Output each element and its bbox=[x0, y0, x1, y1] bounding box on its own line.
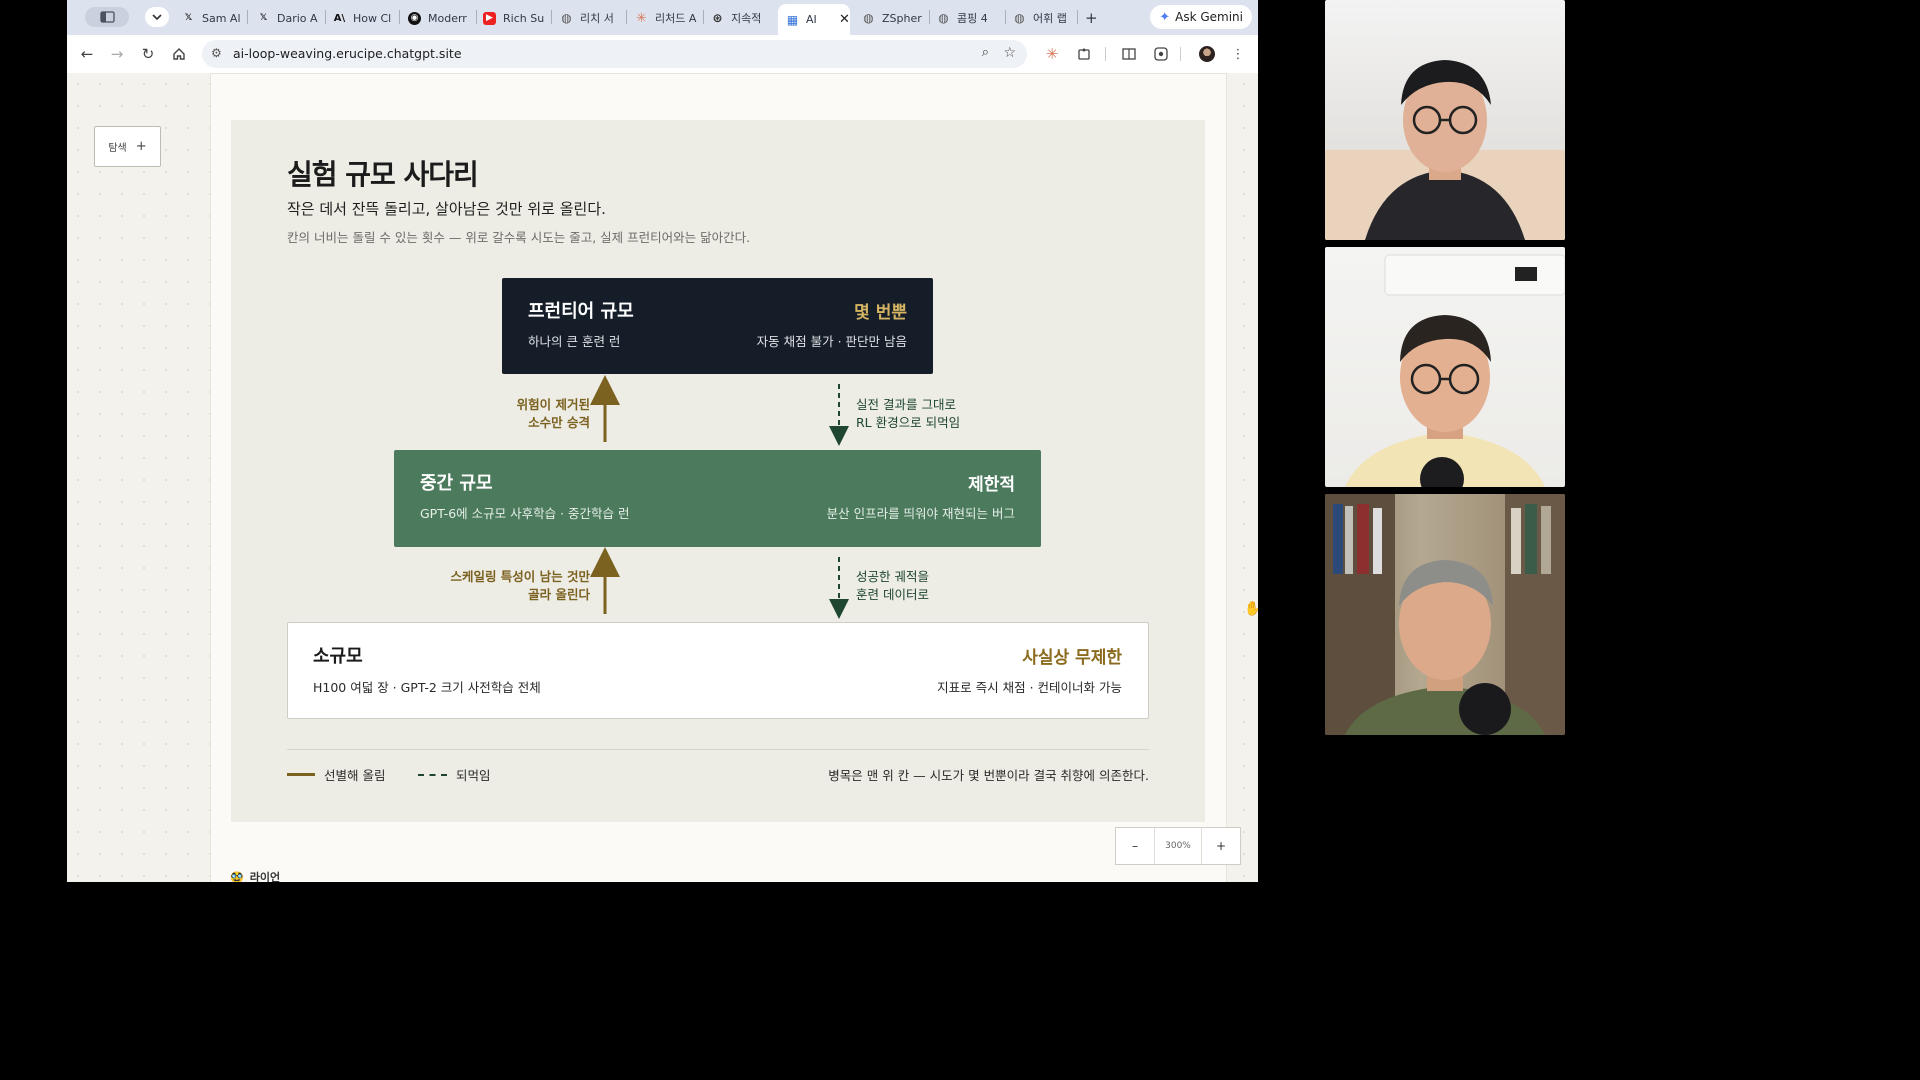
tab-8-active[interactable]: ▦ AI ✕ bbox=[778, 4, 850, 35]
tier-small-desc: H100 여덟 장 · GPT-2 크기 사전학습 전체 bbox=[313, 680, 541, 695]
tier-mid-desc-right: 분산 인프라를 띄워야 재현되는 버그 bbox=[826, 506, 1015, 521]
legend-note: 병목은 맨 위 칸 — 시도가 몇 번뿐이라 결국 취향에 의존한다. bbox=[828, 768, 1149, 783]
legend-feedback: 되먹임 bbox=[418, 765, 491, 784]
tab-5[interactable]: ◍ 리치 서 bbox=[560, 5, 620, 31]
more-menu-icon[interactable]: ⋮ bbox=[1228, 44, 1248, 64]
tier-frontier-desc: 하나의 큰 훈련 런 bbox=[528, 334, 621, 349]
tab-0[interactable]: 𝕏 Sam Al bbox=[182, 5, 242, 31]
reading-mode-icon[interactable] bbox=[1119, 44, 1139, 64]
tier-mid-desc: GPT-6에 소규모 사후학습 · 중간학습 런 bbox=[420, 506, 630, 521]
zoom-control: – 300% + bbox=[1115, 827, 1241, 865]
zoom-level: 300% bbox=[1154, 828, 1202, 864]
address-bar[interactable]: ⚙ ai-loop-weaving.erucipe.chatgpt.site ⌕… bbox=[202, 40, 1027, 68]
tab-1[interactable]: 𝕏 Dario A bbox=[257, 5, 319, 31]
promote-label-bottom: 스케일링 특성이 남는 것만 골라 올린다 bbox=[450, 569, 590, 602]
zoom-in-button[interactable]: + bbox=[1202, 828, 1240, 864]
author-emoji-icon: 🥸 bbox=[230, 870, 244, 883]
medium-icon: ◉ bbox=[408, 11, 421, 25]
gemini-sparkle-icon: ✦ bbox=[1159, 9, 1171, 25]
tab-7[interactable]: ⊛ 지속적 bbox=[711, 5, 771, 31]
tier-small-title: 소규모 bbox=[313, 646, 363, 667]
legend-divider bbox=[287, 749, 1149, 750]
tier-frontier: 프런티어 규모 몇 번뿐 하나의 큰 훈련 런 자동 채점 불가 · 판단만 남… bbox=[502, 278, 933, 374]
tier-frontier-title: 프런티어 규모 bbox=[528, 301, 634, 322]
tab-search-toggle[interactable] bbox=[85, 7, 129, 27]
tab-2[interactable]: A\ How Cl bbox=[333, 5, 395, 31]
tab-4[interactable]: ▶ Rich Su bbox=[483, 5, 545, 31]
close-tab-icon[interactable]: ✕ bbox=[839, 12, 850, 27]
globe-icon: ◍ bbox=[938, 11, 949, 25]
bookmark-star-icon[interactable]: ☆ bbox=[1003, 45, 1016, 61]
tab-list-button[interactable] bbox=[145, 7, 169, 27]
zoom-out-button[interactable]: – bbox=[1116, 828, 1154, 864]
tab-bar: 𝕏 Sam Al 𝕏 Dario A A\ How Cl ◉ Moderr ▶ Rich … bbox=[67, 0, 1258, 35]
new-tab-button[interactable]: + bbox=[1085, 5, 1101, 31]
tier-small-desc-right: 지표로 즉시 채점 · 컨테이너화 가능 bbox=[937, 680, 1122, 695]
tier-mid: 중간 규모 제한적 GPT-6에 소규모 사후학습 · 중간학습 런 분산 인프… bbox=[394, 450, 1041, 547]
tier-small-tag: 사실상 무제한 bbox=[1022, 648, 1122, 668]
promote-line-swatch bbox=[287, 773, 315, 776]
promote-label-top: 위험이 제거된 소수만 승격 bbox=[516, 397, 590, 430]
ladder-panel: 실험 규모 사다리 작은 데서 잔뜩 돌리고, 살아남은 것만 위로 올린다. … bbox=[231, 120, 1205, 822]
openai-icon: ⊛ bbox=[712, 11, 723, 25]
browser-window: 𝕏 Sam Al 𝕏 Dario A A\ How Cl ◉ Moderr ▶ Rich … bbox=[67, 0, 1258, 882]
participant-3-silhouette bbox=[1325, 494, 1565, 735]
tab-11[interactable]: ◍ 어휘 랩 bbox=[1013, 5, 1073, 31]
globe-icon: ◍ bbox=[863, 11, 874, 25]
tier-frontier-desc-right: 자동 채점 불가 · 판단만 남음 bbox=[756, 334, 907, 349]
grab-hand-cursor-icon: ✋ bbox=[1244, 601, 1258, 617]
tab-6[interactable]: ✳ 리처드 A bbox=[635, 5, 697, 31]
anthropic-icon: A\ bbox=[333, 12, 346, 24]
tier-frontier-tag: 몇 번뿐 bbox=[854, 303, 907, 323]
globe-icon: ◍ bbox=[561, 11, 572, 25]
claude-icon: ✳ bbox=[636, 10, 647, 26]
browser-toolbar: ← → ↻ ⚙ ai-loop-weaving.erucipe.chatgpt.… bbox=[67, 35, 1258, 73]
tab-10[interactable]: ◍ 콤핑 4 bbox=[937, 5, 995, 31]
page-canvas: 탐색 + 실험 규모 사다리 작은 데서 잔뜩 돌리고, 살아남은 것만 위로 … bbox=[67, 73, 1258, 882]
tier-small: 소규모 사실상 무제한 H100 여덟 장 · GPT-2 크기 사전학습 전체… bbox=[287, 622, 1149, 719]
globe-icon: ◍ bbox=[1014, 11, 1025, 25]
tier-mid-tag: 제한적 bbox=[968, 475, 1015, 495]
explore-button[interactable]: 탐색 + bbox=[94, 126, 161, 167]
legend-promote: 선별해 올림 bbox=[287, 765, 385, 784]
home-icon[interactable] bbox=[169, 44, 189, 64]
youtube-icon: ▶ bbox=[483, 11, 496, 25]
zoom-magnifier-icon[interactable]: ⌕ bbox=[982, 45, 989, 60]
forward-icon[interactable]: → bbox=[107, 44, 127, 64]
screen: 𝕏 Sam Al 𝕏 Dario A A\ How Cl ◉ Moderr ▶ Rich … bbox=[0, 0, 1568, 882]
tier-mid-title: 중간 규모 bbox=[420, 473, 493, 494]
app-grid-icon: ▦ bbox=[786, 12, 799, 27]
profile-avatar[interactable] bbox=[1197, 44, 1217, 64]
video-tile-participant-2[interactable] bbox=[1325, 247, 1565, 487]
chevron-down-icon bbox=[152, 14, 162, 21]
tab-3[interactable]: ◉ Moderr bbox=[408, 5, 472, 31]
feedback-label-top: 실전 결과를 그대로 RL 환경으로 되먹임 bbox=[856, 397, 961, 430]
video-tile-participant-1[interactable] bbox=[1325, 0, 1565, 240]
x-icon: 𝕏 bbox=[184, 13, 193, 23]
site-settings-icon[interactable]: ⚙ bbox=[211, 46, 222, 60]
plus-icon: + bbox=[135, 139, 147, 154]
sidebar-icon bbox=[100, 11, 115, 23]
video-tile-participant-3[interactable] bbox=[1325, 494, 1565, 735]
x-icon: 𝕏 bbox=[259, 13, 268, 23]
feedback-label-bottom: 성공한 궤적을 훈련 데이터로 bbox=[856, 569, 929, 602]
screenshot-icon[interactable] bbox=[1151, 44, 1171, 64]
author-name: 라이언 bbox=[249, 871, 281, 882]
claude-extension-icon[interactable]: ✳ bbox=[1042, 44, 1062, 64]
participant-1-silhouette bbox=[1325, 60, 1565, 240]
tab-9[interactable]: ◍ ZSpher bbox=[862, 5, 924, 31]
feedback-line-swatch bbox=[418, 773, 447, 776]
ask-gemini-button[interactable]: ✦ Ask Gemini bbox=[1150, 5, 1252, 29]
participant-2-silhouette bbox=[1345, 254, 1565, 487]
author-tag: 🥸 라이언 bbox=[230, 869, 281, 883]
reload-icon[interactable]: ↻ bbox=[138, 44, 158, 64]
back-icon[interactable]: ← bbox=[77, 44, 97, 64]
extensions-icon[interactable] bbox=[1074, 44, 1094, 64]
